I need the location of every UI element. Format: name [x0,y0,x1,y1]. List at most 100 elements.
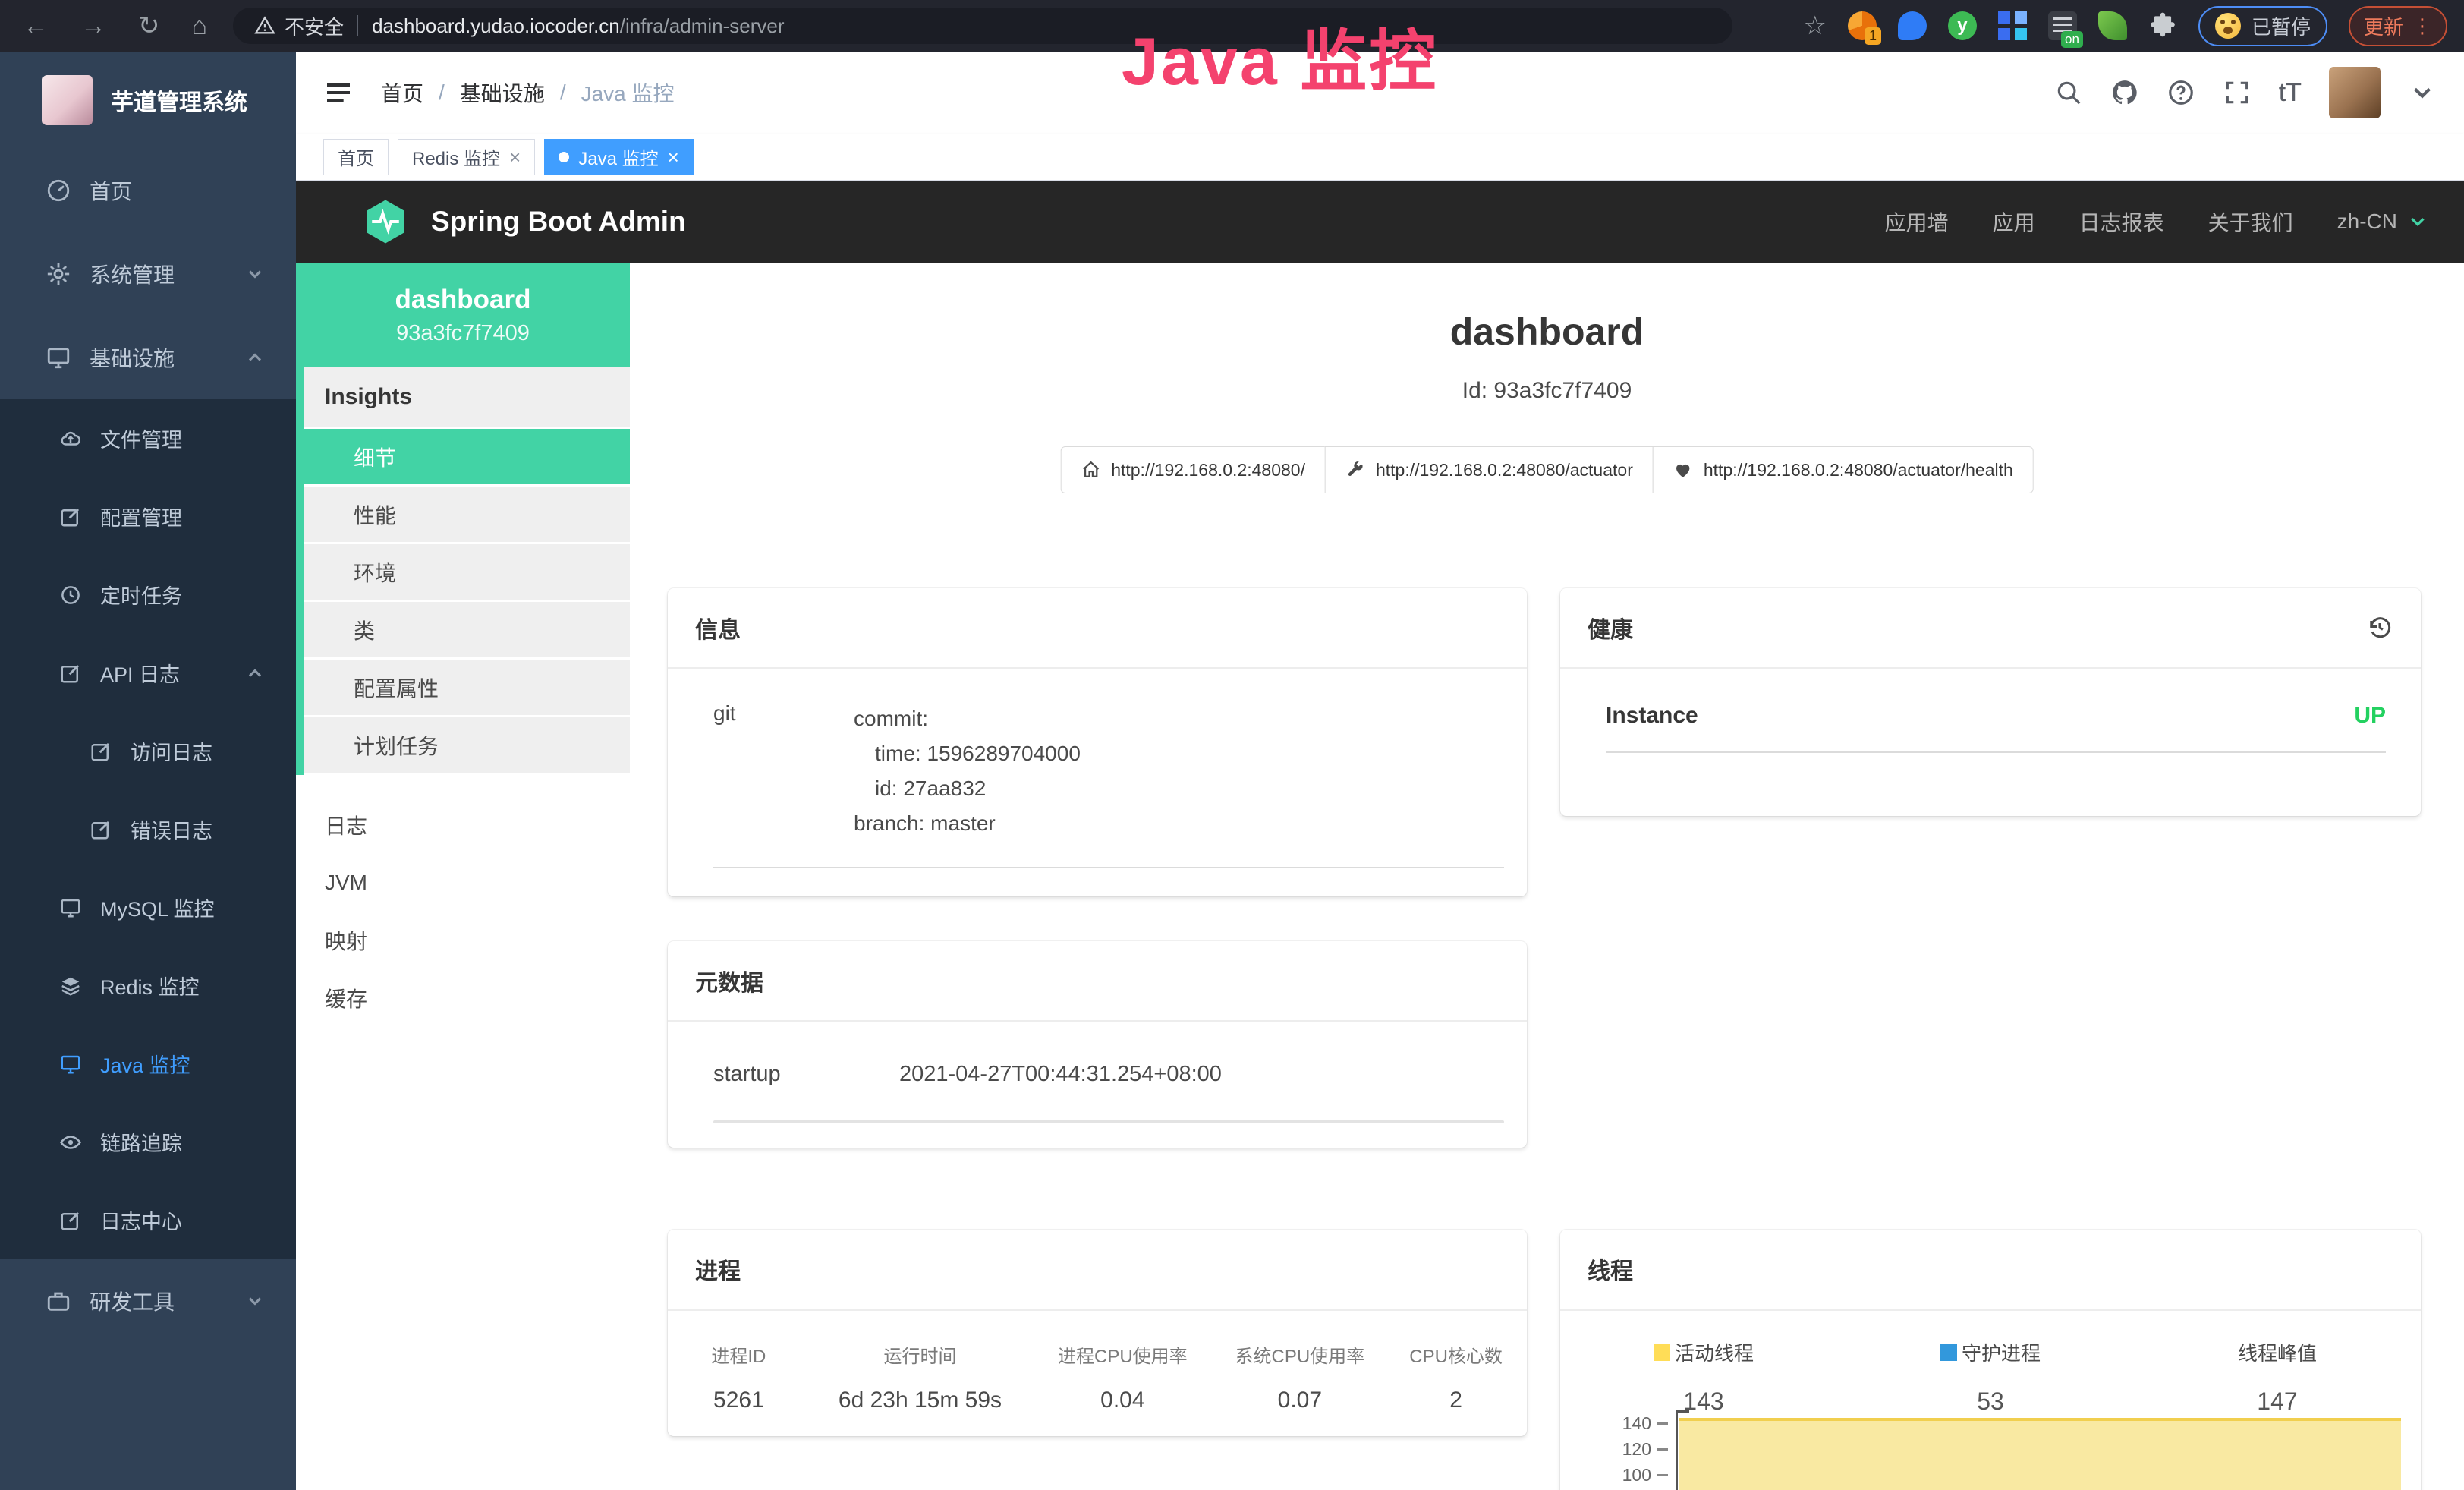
cell-process-cpu: 0.04 [1038,1388,1207,1413]
app-logo-row[interactable]: 芋道管理系统 [0,52,296,149]
extension-icon-y[interactable]: y [1948,11,1977,40]
sidebar-item-api-log[interactable]: API 日志 [0,634,296,712]
sba-sidebar-item-scheduledtasks[interactable]: 计划任务 [304,717,630,775]
sidebar-item-devtools[interactable]: 研发工具 [0,1259,296,1343]
fullscreen-icon[interactable] [2223,78,2252,107]
address-bar[interactable]: 不安全 dashboard.yudao.iocoder.cn /infra/ad… [233,8,1732,44]
extension-icon-leaf[interactable] [2098,11,2127,40]
tab-redis-monitor[interactable]: Redis 监控 × [398,139,535,175]
sba-sidebar-item-logfile[interactable]: 日志 [296,796,630,854]
browser-back-button[interactable]: ← [23,13,49,39]
sidebar-item-access-log[interactable]: 访问日志 [0,712,296,790]
close-icon[interactable]: × [509,147,521,167]
sidebar-item-job[interactable]: 定时任务 [0,556,296,634]
tab-home[interactable]: 首页 [323,139,389,175]
breadcrumb-separator: / [560,80,566,105]
edit-icon [59,506,82,528]
browser-home-button[interactable]: ⌂ [192,13,208,39]
font-size-icon[interactable]: tT [2279,78,2302,108]
heartbeat-icon [1673,460,1693,480]
sba-sidebar-item-mappings[interactable]: 映射 [296,912,630,969]
metadata-card: 元数据 startup 2021-04-27T00:44:31.254+08:0… [668,941,1527,1148]
update-button[interactable]: 更新 ⋮ [2349,6,2447,46]
extension-icon-grid[interactable] [1998,11,2027,40]
health-url-button[interactable]: http://192.168.0.2:48080/actuator/health [1653,446,2034,493]
sidebar-item-error-log[interactable]: 错误日志 [0,790,296,868]
service-url-button[interactable]: http://192.168.0.2:48080/ [1060,446,1326,493]
close-icon[interactable]: × [668,147,679,167]
sba-sidebar-item-details[interactable]: 细节 [304,429,630,487]
sba-sidebar-item-jvm[interactable]: JVM [296,854,630,912]
chevron-down-icon[interactable] [2408,78,2437,107]
sidebar-item-file[interactable]: 文件管理 [0,399,296,477]
sidebar-item-system[interactable]: 系统管理 [0,232,296,316]
extension-icon-list[interactable]: on [2048,11,2077,40]
sidebar-item-mysql[interactable]: MySQL 监控 [0,868,296,947]
tab-label: Java 监控 [578,143,658,170]
breadcrumb-separator: / [439,80,445,105]
sidebar-item-infra[interactable]: 基础设施 [0,316,296,399]
bookmark-star-icon[interactable]: ☆ [1803,11,1826,41]
spring-boot-admin-logo-icon[interactable] [361,197,410,246]
sidebar-item-trace[interactable]: 链路追踪 [0,1103,296,1181]
process-card: 进程 进程ID5261 运行时间6d 23h 15m 59s 进程CPU使用率0… [668,1230,1527,1436]
github-icon[interactable] [2110,78,2139,107]
search-icon[interactable] [2054,78,2083,107]
browser-menu-icon[interactable]: ⋮ [2412,14,2432,38]
sidebar-item-label: 系统管理 [90,259,175,289]
sidebar-item-label: 研发工具 [90,1286,175,1316]
breadcrumb-home[interactable]: 首页 [381,77,423,108]
app-title: 芋道管理系统 [111,83,247,117]
paused-emoji-icon [2215,13,2241,39]
sidebar-item-home[interactable]: 首页 [0,149,296,232]
extension-icon-pin[interactable] [1898,11,1927,40]
update-label: 更新 [2364,12,2403,40]
sba-sidebar-item-caches[interactable]: 缓存 [296,969,630,1027]
health-row-label[interactable]: Instance [1606,703,1698,729]
edit-icon [59,662,82,685]
browser-reload-button[interactable]: ↻ [138,13,160,39]
avatar[interactable] [2329,67,2381,118]
sba-nav-applications[interactable]: 应用 [1993,206,2035,237]
url-domain: dashboard.yudao.iocoder.cn [372,14,620,38]
sba-sidebar-item-metrics[interactable]: 性能 [304,487,630,544]
sba-sidebar-item-environment[interactable]: 环境 [304,544,630,602]
extension-icon-orange[interactable]: 1 [1848,11,1877,40]
threads-chart: 140 120 100 [1591,1410,2401,1490]
browser-forward-button[interactable]: → [80,13,106,39]
git-time-line: time: 1596289704000 [854,736,1081,771]
wrench-icon [1345,460,1365,480]
instance-header[interactable]: dashboard 93a3fc7f7409 [296,263,630,367]
actuator-url-button[interactable]: http://192.168.0.2:48080/actuator [1325,446,1654,493]
cell-pid: 5261 [675,1388,802,1413]
process-table: 进程ID5261 运行时间6d 23h 15m 59s 进程CPU使用率0.04… [668,1311,1527,1413]
extensions-puzzle-icon[interactable] [2148,11,2177,40]
sidebar-submenu-infra: 文件管理 配置管理 定时任务 API 日志 访问日志 错误日志 MySQL 监控 [0,399,296,1259]
sba-language-select[interactable]: zh-CN [2337,209,2429,234]
legend-label-daemon: 守护进程 [1962,1338,2041,1366]
sba-nav-wallboard[interactable]: 应用墙 [1885,206,1949,237]
sidebar-item-redis[interactable]: Redis 监控 [0,947,296,1025]
sidebar-item-label: 链路追踪 [100,1127,182,1157]
sba-sidebar-item-configprops[interactable]: 配置属性 [304,660,630,717]
legend-label-peak: 线程峰值 [2238,1338,2317,1366]
metadata-key: startup [713,1062,899,1087]
history-icon[interactable] [2366,614,2393,641]
sba-nav-about[interactable]: 关于我们 [2208,206,2293,237]
sba-brand[interactable]: Spring Boot Admin [431,206,686,238]
tab-java-monitor[interactable]: Java 监控 × [544,139,694,175]
divider [713,1120,1504,1123]
hamburger-icon[interactable] [323,77,354,108]
sidebar-item-label: 定时任务 [100,580,182,610]
paused-pill[interactable]: 已暂停 [2198,6,2327,46]
sidebar-item-config[interactable]: 配置管理 [0,477,296,556]
chevron-down-icon [2406,210,2429,233]
sba-sidebar-item-classes[interactable]: 类 [304,602,630,660]
sidebar-item-java[interactable]: Java 监控 [0,1025,296,1103]
sba-nav-journal[interactable]: 日志报表 [2079,206,2164,237]
help-icon[interactable] [2167,78,2195,107]
breadcrumb-infra[interactable]: 基础设施 [460,77,545,108]
sidebar-item-logcenter[interactable]: 日志中心 [0,1181,296,1259]
instance-name: dashboard [395,285,531,315]
card-title: 元数据 [695,964,763,997]
